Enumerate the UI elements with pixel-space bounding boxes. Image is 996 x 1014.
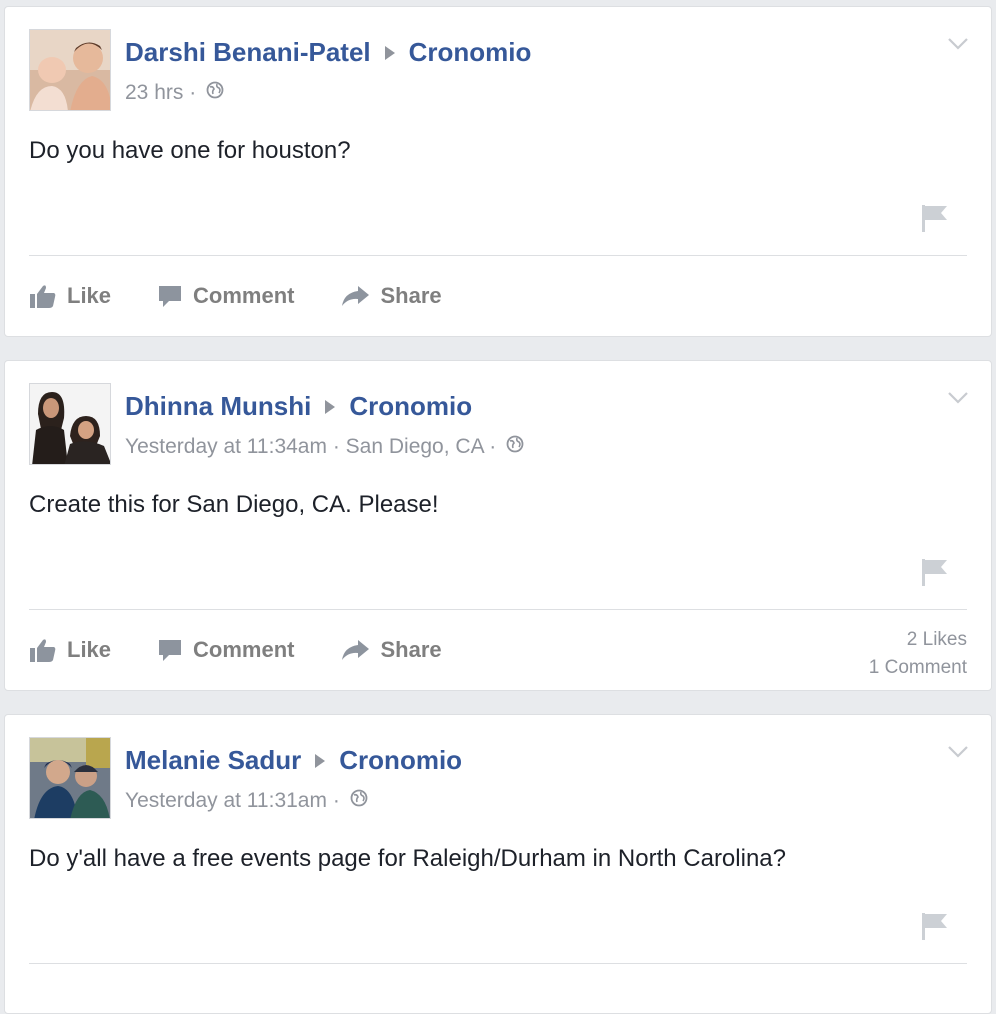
comment-label: Comment	[193, 637, 295, 662]
timestamp[interactable]: 23 hrs	[125, 81, 183, 104]
avatar[interactable]	[29, 29, 111, 111]
post-text: Create this for San Diego, CA. Please!	[29, 491, 439, 518]
avatar[interactable]	[29, 383, 111, 465]
post-header: Dhinna Munshi Cronomio	[125, 391, 472, 422]
author-link[interactable]: Darshi Benani-Patel	[125, 37, 371, 67]
timestamp[interactable]: Yesterday at 11:31am	[125, 789, 327, 812]
share-label: Share	[380, 283, 442, 308]
author-link[interactable]: Melanie Sadur	[125, 745, 301, 775]
post-card: Dhinna Munshi Cronomio Yesterday at 11:34…	[4, 360, 992, 691]
location-link[interactable]: San Diego, CA	[346, 435, 484, 458]
like-label: Like	[67, 283, 112, 308]
arrow-right-icon	[315, 754, 326, 769]
target-page-link[interactable]: Cronomio	[349, 391, 472, 421]
post-header: Melanie Sadur Cronomio	[125, 745, 462, 776]
target-page-link[interactable]: Cronomio	[409, 37, 532, 67]
avatar[interactable]	[29, 737, 111, 819]
globe-icon[interactable]	[506, 435, 524, 459]
comment-icon	[159, 640, 182, 661]
comment-label: Comment	[193, 283, 295, 308]
share-icon	[342, 640, 370, 660]
flag-icon[interactable]	[921, 203, 949, 238]
post-header: Darshi Benani-Patel Cronomio	[125, 37, 531, 68]
post-card: Melanie Sadur Cronomio Yesterday at 11:31…	[4, 714, 992, 1014]
comment-button[interactable]: Comment	[157, 283, 294, 309]
separator: ·	[332, 789, 340, 812]
arrow-right-icon	[384, 46, 395, 61]
chevron-down-icon[interactable]	[947, 37, 969, 56]
action-bar: Like Comment Share	[29, 279, 488, 313]
comments-count-link[interactable]: 1 Comment	[869, 654, 967, 682]
share-icon	[342, 286, 370, 306]
comment-icon	[159, 286, 182, 307]
timestamp[interactable]: Yesterday at 11:34am	[125, 435, 327, 458]
chevron-down-icon[interactable]	[947, 391, 969, 410]
share-label: Share	[380, 637, 442, 662]
post-meta: 23 hrs ·	[125, 81, 224, 105]
post-card: Darshi Benani-Patel Cronomio 23 hrs · Do …	[4, 6, 992, 337]
like-icon	[30, 639, 56, 662]
flag-icon[interactable]	[921, 911, 949, 946]
post-meta: Yesterday at 11:31am ·	[125, 789, 368, 813]
divider	[29, 255, 967, 256]
separator: ·	[189, 81, 197, 104]
flag-icon[interactable]	[921, 557, 949, 592]
like-icon	[30, 285, 56, 308]
reaction-counts: 2 Likes 1 Comment	[869, 626, 967, 682]
author-link[interactable]: Dhinna Munshi	[125, 391, 311, 421]
separator: ·	[489, 435, 497, 458]
like-button[interactable]: Like	[29, 637, 111, 663]
globe-icon[interactable]	[206, 81, 224, 105]
divider	[29, 609, 967, 610]
likes-count-link[interactable]: 2 Likes	[869, 626, 967, 654]
share-button[interactable]: Share	[340, 283, 442, 309]
arrow-right-icon	[325, 400, 336, 415]
target-page-link[interactable]: Cronomio	[339, 745, 462, 775]
chevron-down-icon[interactable]	[947, 745, 969, 764]
separator: ·	[332, 435, 340, 458]
post-text: Do y'all have a free events page for Ral…	[29, 845, 786, 872]
action-bar: Like Comment Share	[29, 633, 488, 667]
share-button[interactable]: Share	[340, 637, 442, 663]
divider	[29, 963, 967, 964]
globe-icon[interactable]	[350, 789, 368, 813]
post-meta: Yesterday at 11:34am · San Diego, CA ·	[125, 435, 524, 459]
post-text: Do you have one for houston?	[29, 137, 351, 164]
like-label: Like	[67, 637, 112, 662]
comment-button[interactable]: Comment	[157, 637, 294, 663]
like-button[interactable]: Like	[29, 283, 111, 309]
